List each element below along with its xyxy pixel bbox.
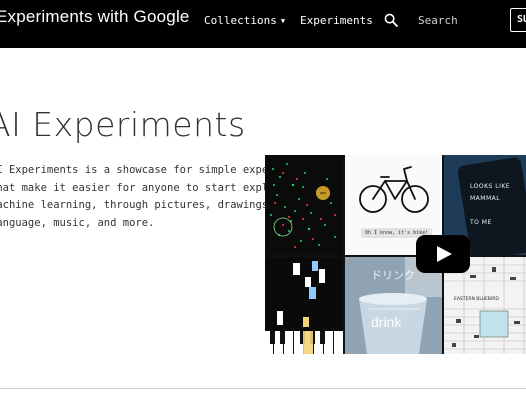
top-nav-bar: Experiments with Google Collections ▼ Exp… <box>0 0 526 48</box>
katakana-caption: ドリンク <box>371 269 415 282</box>
video-player[interactable]: Oh I know, it's bike! LOOKS LIKE MAMMAL … <box>265 155 526 354</box>
play-button[interactable] <box>416 235 470 273</box>
sheet-caption: EASTERN BLUEBIRD <box>454 297 499 302</box>
video-tile-neural-dots <box>265 155 343 255</box>
phone-caption: LOOKS LIKE MAMMAL TO ME <box>470 183 511 226</box>
piano-visualization <box>265 261 343 354</box>
submit-button[interactable]: SUBMIT <box>510 8 526 32</box>
search-icon[interactable] <box>384 13 398 27</box>
submit-button-label: SUBMIT <box>517 14 526 25</box>
search-input[interactable]: Search <box>418 14 458 27</box>
play-icon <box>437 246 452 262</box>
nav-experiments-label: Experiments <box>300 14 373 27</box>
nav-collections[interactable]: Collections ▼ <box>204 14 285 27</box>
site-logo[interactable]: Experiments with Google <box>0 7 190 27</box>
section-divider <box>0 388 526 389</box>
page-title: AI Experiments <box>0 105 246 144</box>
brand-label: Experiments with Google <box>0 7 190 26</box>
caret-down-icon: ▼ <box>280 17 286 25</box>
nav-experiments[interactable]: Experiments <box>300 14 373 27</box>
nav-collections-label: Collections <box>204 14 277 27</box>
dots-visualization <box>270 163 336 248</box>
cup-caption: drink <box>371 314 402 330</box>
video-tile-piano-game <box>265 257 343 354</box>
